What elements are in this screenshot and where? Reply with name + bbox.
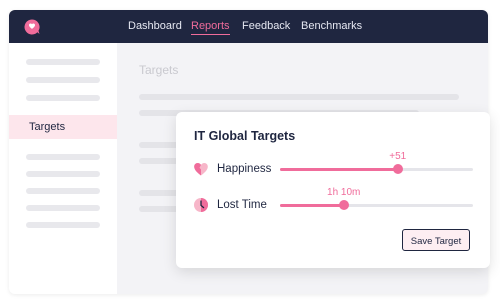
lost-time-value: 1h 10m — [327, 187, 361, 198]
happiness-slider[interactable] — [280, 164, 473, 174]
targets-card: IT Global Targets Happiness +51 Lost Tim… — [176, 112, 490, 268]
nav-benchmarks[interactable]: Benchmarks — [301, 20, 362, 32]
clock-icon — [194, 198, 208, 212]
sidebar-placeholder — [26, 59, 100, 65]
heart-icon — [194, 163, 208, 176]
nav-reports[interactable]: Reports — [191, 20, 230, 35]
sidebar-placeholder — [26, 95, 100, 101]
lost-time-label: Lost Time — [217, 199, 267, 211]
nav-feedback[interactable]: Feedback — [242, 20, 290, 32]
sidebar-placeholder — [26, 154, 100, 160]
save-target-button[interactable]: Save Target — [402, 229, 470, 251]
sidebar-item-label: Targets — [29, 121, 66, 133]
sidebar-placeholder — [26, 188, 100, 194]
lost-time-slider-fill — [280, 204, 344, 207]
lost-time-slider[interactable] — [280, 200, 473, 210]
sidebar-placeholder — [26, 205, 100, 211]
happiness-slider-handle[interactable] — [392, 164, 403, 174]
sidebar: Targets — [9, 43, 117, 294]
content-placeholder — [139, 94, 459, 100]
logo-icon[interactable] — [23, 18, 41, 36]
happiness-slider-fill — [280, 168, 398, 171]
sidebar-placeholder — [26, 222, 100, 228]
sidebar-placeholder — [26, 171, 100, 177]
top-navbar: Dashboard Reports Feedback Benchmarks — [9, 10, 488, 43]
happiness-value: +51 — [389, 151, 407, 162]
card-title: IT Global Targets — [194, 129, 296, 143]
happiness-label: Happiness — [217, 163, 272, 175]
content-placeholder — [139, 206, 179, 212]
page-title: Targets — [139, 63, 179, 77]
nav-dashboard[interactable]: Dashboard — [128, 20, 182, 32]
lost-time-slider-handle[interactable] — [338, 200, 349, 210]
sidebar-placeholder — [26, 77, 100, 83]
